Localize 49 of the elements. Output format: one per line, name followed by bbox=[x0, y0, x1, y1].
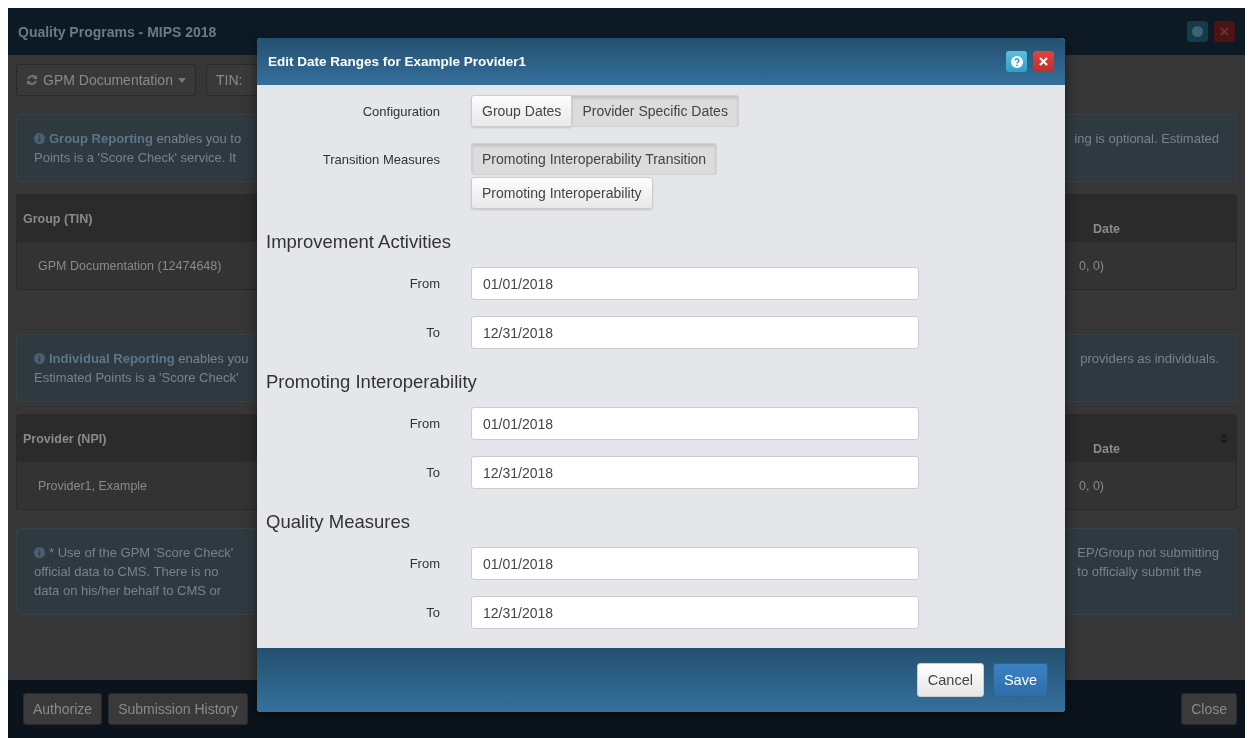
info-icon bbox=[34, 547, 45, 558]
section-heading: Promoting Interoperability bbox=[266, 371, 478, 393]
save-button[interactable]: Save bbox=[992, 663, 1048, 697]
field-label: From bbox=[408, 555, 440, 571]
close-icon[interactable] bbox=[1033, 51, 1054, 72]
toggle-button[interactable]: Promoting Interoperability Transition bbox=[471, 143, 718, 175]
date-field[interactable]: 01/01/2018 bbox=[471, 267, 919, 300]
date-field[interactable]: 12/31/2018 bbox=[471, 316, 919, 349]
cancel-button[interactable]: Cancel bbox=[916, 663, 984, 697]
column-header: Date bbox=[1092, 221, 1120, 236]
table-cell: Provider1, Example bbox=[38, 478, 148, 493]
caret-icon bbox=[177, 77, 186, 83]
section-heading: Quality Measures bbox=[266, 511, 411, 533]
info-icon bbox=[34, 353, 45, 364]
field-label: From bbox=[408, 415, 440, 431]
field-label: To bbox=[425, 464, 440, 480]
column-header: Provider (NPI) bbox=[23, 431, 107, 446]
info-text: * Use of the GPM 'Score Check' bbox=[34, 543, 234, 562]
toggle-button[interactable]: Promoting Interoperability bbox=[471, 177, 653, 209]
window-title: Quality Programs - MIPS 2018 bbox=[18, 23, 217, 40]
date-field[interactable]: 01/01/2018 bbox=[471, 547, 919, 580]
info-text: providers as individuals. bbox=[1080, 350, 1219, 368]
column-header: Group (TIN) bbox=[23, 211, 93, 226]
field-label: To bbox=[425, 324, 440, 340]
refresh-icon bbox=[26, 74, 38, 86]
table-cell: 0, 0) bbox=[1079, 258, 1104, 273]
toggle-button[interactable]: Provider Specific Dates bbox=[572, 95, 739, 127]
field-label: Transition Measures bbox=[321, 151, 440, 167]
info-text: Individual Reporting enables you bbox=[34, 349, 249, 368]
toggle-button[interactable]: Group Dates bbox=[471, 95, 573, 127]
field-label: Configuration bbox=[361, 103, 440, 119]
info-text: Points is a 'Score Check' service. It bbox=[34, 149, 238, 167]
date-field[interactable]: 12/31/2018 bbox=[471, 596, 919, 629]
info-text: data on his/her behalf to CMS or bbox=[34, 582, 223, 600]
info-text: official data to CMS. There is no bbox=[34, 563, 220, 581]
info-text: to officially submit the bbox=[1077, 563, 1203, 581]
section-heading: Improvement Activities bbox=[266, 231, 453, 253]
info-icon bbox=[34, 133, 45, 144]
info-text: Estimated Points is a 'Score Check' bbox=[34, 369, 240, 387]
column-header: Date bbox=[1092, 441, 1120, 456]
info-text: Group Reporting enables you to bbox=[34, 129, 242, 148]
table-cell: GPM Documentation (12474648) bbox=[38, 258, 222, 273]
table-cell: 0, 0) bbox=[1079, 478, 1104, 493]
field-label: From bbox=[408, 275, 440, 291]
field-label: To bbox=[425, 604, 440, 620]
date-field[interactable]: 12/31/2018 bbox=[471, 456, 919, 489]
info-text: EP/Group not submitting bbox=[1077, 544, 1219, 562]
date-field[interactable]: 01/01/2018 bbox=[471, 407, 919, 440]
info-text: ing is optional. Estimated bbox=[1074, 130, 1219, 148]
